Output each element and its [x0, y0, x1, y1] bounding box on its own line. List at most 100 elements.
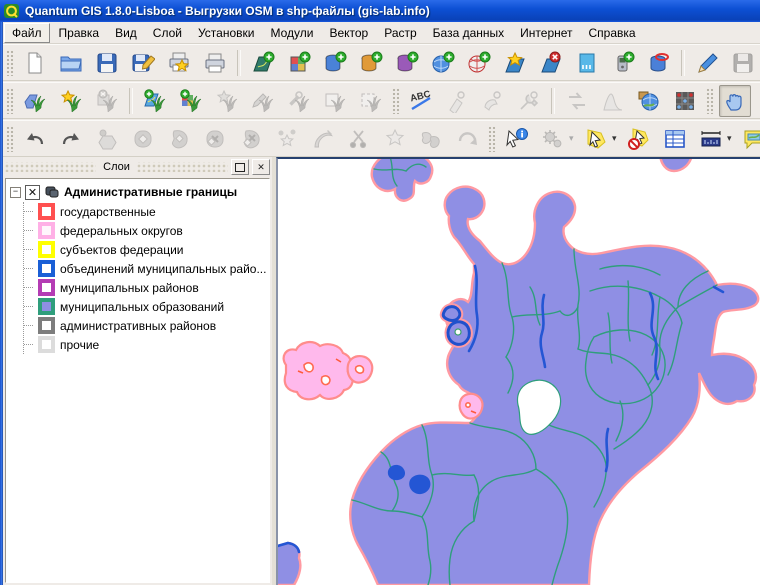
layer-group-checkbox[interactable]: ✕ [25, 185, 40, 200]
add-part-button[interactable] [163, 123, 195, 155]
labeling-button[interactable] [405, 85, 437, 117]
map-canvas[interactable] [276, 157, 760, 585]
save-project-as-button[interactable] [127, 47, 159, 79]
menu-растр[interactable]: Растр [377, 24, 423, 42]
merge-attributes-icon [419, 127, 443, 151]
add-mssql-layer-button[interactable] [391, 47, 423, 79]
panel-close-button[interactable]: ✕ [252, 159, 270, 175]
move-label-button[interactable] [441, 85, 473, 117]
remove-layer-button[interactable] [535, 47, 567, 79]
new-print-composer-button[interactable] [163, 47, 195, 79]
new-shapefile-layer-button[interactable] [499, 47, 531, 79]
panel-grip[interactable] [137, 162, 228, 172]
menu-вектор[interactable]: Вектор [322, 24, 375, 42]
layer-group-label[interactable]: Административные границы [64, 185, 237, 199]
delete-ring-button[interactable] [199, 123, 231, 155]
simplify-feature-button[interactable] [91, 123, 123, 155]
toolbar-handle[interactable] [6, 126, 14, 152]
save-edits-button[interactable] [727, 47, 759, 79]
rotate-label-button[interactable] [477, 85, 509, 117]
profile-tool-button[interactable] [597, 85, 629, 117]
menu-справка[interactable]: Справка [582, 24, 643, 42]
toolbar-handle[interactable] [488, 126, 496, 152]
pan-to-selection-button[interactable] [755, 85, 760, 117]
reshape-features-button[interactable] [271, 123, 303, 155]
gps-tools-button[interactable] [607, 47, 639, 79]
delete-part-button[interactable] [235, 123, 267, 155]
save-project-button[interactable] [91, 47, 123, 79]
grass-display-region-button[interactable] [319, 85, 351, 117]
legend-item[interactable]: объединений муниципальных райо... [24, 259, 269, 278]
grass-add-vector-layer-button[interactable] [139, 85, 171, 117]
grass-open-mapset-button[interactable] [19, 85, 51, 117]
add-raster-layer-button[interactable] [283, 47, 315, 79]
select-features-dropdown-icon[interactable]: ▾ [612, 133, 620, 144]
change-label-properties-button[interactable] [513, 85, 545, 117]
grass-tools-button[interactable] [283, 85, 315, 117]
menu-модули[interactable]: Модули [263, 24, 320, 42]
measure-line-dropdown-icon[interactable]: ▾ [727, 133, 735, 144]
grass-new-vector-button[interactable] [211, 85, 243, 117]
undo-button[interactable] [19, 123, 51, 155]
panel-float-button[interactable] [231, 159, 249, 175]
grass-edit-vector-button[interactable] [247, 85, 279, 117]
merge-features-button[interactable] [379, 123, 411, 155]
grass-close-mapset-button[interactable] [91, 85, 123, 117]
rotate-point-symbols-button[interactable] [451, 123, 483, 155]
import-to-database-button[interactable] [643, 47, 675, 79]
merge-attributes-button[interactable] [415, 123, 447, 155]
toolbar-handle[interactable] [6, 88, 14, 114]
select-features-button[interactable] [580, 123, 612, 155]
toggle-editing-button[interactable] [691, 47, 723, 79]
measure-line-button[interactable] [695, 123, 727, 155]
grass-edit-region-button[interactable] [355, 85, 387, 117]
menu-слой[interactable]: Слой [146, 24, 189, 42]
menu-интернет[interactable]: Интернет [513, 24, 579, 42]
redo-button[interactable] [55, 123, 87, 155]
menu-файл[interactable]: Файл [4, 23, 50, 43]
menu-вид[interactable]: Вид [108, 24, 144, 42]
legend-item[interactable]: прочие [24, 335, 269, 354]
toolbar-handle[interactable] [6, 50, 14, 76]
add-ring-button[interactable] [127, 123, 159, 155]
panel-grip[interactable] [5, 162, 96, 172]
map-tips-button[interactable] [738, 123, 760, 155]
layer-group-row[interactable]: − ✕ Административные границы [10, 182, 269, 202]
georeferencer-button[interactable] [669, 85, 701, 117]
legend-item[interactable]: муниципальных районов [24, 278, 269, 297]
identify-features-button[interactable] [501, 123, 533, 155]
new-project-button[interactable] [19, 47, 51, 79]
add-spatialite-layer-button[interactable] [355, 47, 387, 79]
menu-правка[interactable]: Правка [52, 24, 107, 42]
legend-item[interactable]: административных районов [24, 316, 269, 335]
grass-add-raster-layer-button[interactable] [175, 85, 207, 117]
composer-manager-button[interactable] [199, 47, 231, 79]
add-postgis-layer-button[interactable] [319, 47, 351, 79]
grass-new-mapset-button[interactable] [55, 85, 87, 117]
menu-установки[interactable]: Установки [191, 24, 261, 42]
openstreetmap-plugin-button[interactable] [633, 85, 665, 117]
pan-map-button[interactable] [719, 85, 751, 117]
add-wcs-layer-button[interactable] [463, 47, 495, 79]
add-wms-layer-button[interactable] [427, 47, 459, 79]
run-feature-action-dropdown-icon[interactable]: ▾ [569, 133, 577, 144]
deselect-all-button[interactable] [623, 123, 655, 155]
toolbar-handle[interactable] [706, 88, 714, 114]
open-attribute-table-button[interactable] [659, 123, 691, 155]
collapse-expander-icon[interactable]: − [10, 187, 21, 198]
raster-terrain-analysis-button[interactable] [561, 85, 593, 117]
run-feature-action-button[interactable] [537, 123, 569, 155]
layers-panel-header[interactable]: Слои ✕ [3, 157, 272, 177]
open-project-button[interactable] [55, 47, 87, 79]
add-vector-layer-button[interactable] [247, 47, 279, 79]
offset-curve-button[interactable] [307, 123, 339, 155]
toolbar-handle[interactable] [392, 88, 400, 114]
split-features-button[interactable] [343, 123, 375, 155]
title-bar[interactable]: Quantum GIS 1.8.0-Lisboa - Выгрузки OSM … [0, 0, 760, 22]
legend-item[interactable]: муниципальных образований [24, 297, 269, 316]
legend-item[interactable]: федеральных округов [24, 221, 269, 240]
legend-item[interactable]: субъектов федерации [24, 240, 269, 259]
menu-база-данных[interactable]: База данных [426, 24, 511, 42]
legend-item[interactable]: государственные [24, 202, 269, 221]
add-delimited-text-layer-button[interactable] [571, 47, 603, 79]
